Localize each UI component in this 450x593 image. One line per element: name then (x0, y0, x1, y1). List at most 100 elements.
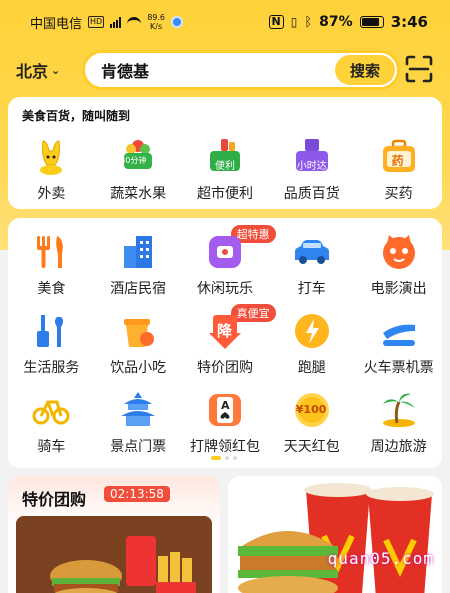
burger-drinks-image (228, 476, 442, 593)
palm-island-icon (379, 390, 419, 430)
card-icon-text: A (220, 399, 230, 412)
service-label: 周边旅游 (370, 439, 427, 455)
quick-item-label: 超市便利 (196, 186, 253, 202)
page-indicator (211, 456, 237, 460)
service-label: 休闲玩乐 (196, 281, 253, 297)
taxi-car-icon (292, 232, 332, 272)
page-dot-active (211, 456, 221, 460)
quick-item-vegetables[interactable]: 30分钟 蔬菜水果 (95, 137, 182, 203)
discount-icon-text: 降 (216, 322, 232, 340)
services-grid-card: 美食 酒店民宿 超特惠 休闲玩乐 打车 电影演出 生活服务 饮品小吃 真便宜 降… (8, 218, 442, 468)
quick-item-waimai[interactable]: 外卖 (8, 137, 95, 203)
hd-badge: HD (88, 16, 105, 28)
service-label: 天天红包 (283, 439, 340, 455)
net-speed: 89.6 K/s (147, 13, 166, 31)
food-utensils-icon (31, 232, 71, 272)
service-label: 打牌领红包 (189, 439, 260, 455)
service-bike[interactable]: 骑车 (8, 390, 95, 456)
chevron-down-icon: ⌄ (51, 63, 61, 77)
vibrate-icon: ▯ (290, 15, 298, 29)
bluetooth-icon: ᛒ (304, 14, 313, 30)
life-service-tools-icon (31, 311, 71, 351)
service-label: 美食 (37, 281, 66, 297)
service-label: 饮品小吃 (110, 360, 167, 376)
service-errand[interactable]: 跑腿 (268, 311, 355, 377)
wifi-icon (127, 17, 142, 27)
hotel-building-icon (118, 232, 158, 272)
battery-icon (359, 16, 384, 28)
quick-services-slogan: 美食百货，随叫随到 (22, 109, 131, 123)
service-label: 跑腿 (297, 360, 326, 376)
service-cards[interactable]: A 打牌领红包 (182, 390, 269, 456)
services-row: 生活服务 饮品小吃 真便宜 降 特价团购 跑腿 火车票机票 (8, 304, 442, 377)
service-label: 景点门票 (110, 439, 167, 455)
quick-services-card: 美食百货，随叫随到 外卖 30分钟 蔬菜水果 便利 超市便利 小时达 品质百货 … (8, 97, 442, 209)
quick-item-label: 买药 (384, 186, 413, 202)
quick-item-medicine[interactable]: 药 买药 (355, 137, 442, 203)
service-movie[interactable]: 电影演出 (355, 232, 442, 298)
quick-item-label: 品质百货 (283, 186, 340, 202)
service-taxi[interactable]: 打车 (268, 232, 355, 298)
quick-item-supermarket[interactable]: 便利 超市便利 (182, 137, 269, 203)
leisure-fun-icon (205, 232, 245, 272)
quality-goods-icon: 小时达 (292, 137, 332, 177)
page-dot (233, 456, 237, 460)
playing-card-icon: A (205, 390, 245, 430)
search-input[interactable]: 肯德基 搜索 (82, 50, 400, 90)
burger-combo-image (16, 516, 212, 593)
train-plane-icon (379, 311, 419, 351)
nfc-icon: N (268, 15, 284, 29)
drink-snack-icon (118, 311, 158, 351)
service-tickets[interactable]: 景点门票 (95, 390, 182, 456)
supermarket-badge: 便利 (214, 161, 235, 172)
quick-item-label: 蔬菜水果 (110, 186, 167, 202)
service-travel[interactable]: 周边旅游 (355, 390, 442, 456)
scan-icon[interactable] (404, 54, 434, 84)
vegetable-badge: 30分钟 (120, 156, 147, 165)
clock: 3:46 (390, 13, 428, 31)
city-name: 北京 (16, 62, 49, 81)
page-dot (225, 456, 229, 460)
medicine-badge: 药 (391, 154, 404, 168)
service-leisure[interactable]: 超特惠 休闲玩乐 (182, 225, 276, 298)
search-row: 北京 ⌄ 肯德基 搜索 (0, 48, 450, 92)
service-discount[interactable]: 真便宜 降 特价团购 (182, 304, 276, 377)
coin-redpacket-icon: ¥100 (292, 390, 332, 430)
service-hotel[interactable]: 酒店民宿 (95, 232, 182, 298)
service-redpacket[interactable]: ¥100 天天红包 (268, 390, 355, 456)
supermarket-basket-icon: 便利 (205, 137, 245, 177)
quality-goods-badge: 小时达 (296, 161, 327, 172)
redpacket-icon-text: ¥100 (295, 403, 327, 416)
vegetable-basket-icon: 30分钟 (118, 137, 158, 177)
waimai-mascot-icon (31, 137, 71, 177)
services-row: 骑车 景点门票 A 打牌领红包 ¥100 天天红包 周边旅游 (8, 390, 442, 456)
service-label: 火车票机票 (363, 360, 434, 376)
burger-ad-banner[interactable] (228, 476, 442, 593)
service-label: 骑车 (37, 439, 66, 455)
quick-item-label: 外卖 (37, 186, 66, 202)
quick-item-quality-goods[interactable]: 小时达 品质百货 (268, 137, 355, 203)
promo-countdown: 02:13:58 (104, 486, 170, 502)
city-selector[interactable]: 北京 ⌄ (16, 58, 72, 82)
medicine-box-icon: 药 (379, 137, 419, 177)
service-label: 生活服务 (23, 360, 80, 376)
service-label: 打车 (297, 281, 326, 297)
discount-group-promo[interactable]: 特价团购 02:13:58 (8, 476, 220, 593)
search-button[interactable]: 搜索 (335, 55, 395, 85)
carrier-name: 中国电信 (30, 16, 83, 32)
services-row: 美食 酒店民宿 超特惠 休闲玩乐 打车 电影演出 (8, 225, 442, 298)
errand-runner-icon (292, 311, 332, 351)
service-train[interactable]: 火车票机票 (355, 311, 442, 377)
service-food[interactable]: 美食 (8, 232, 95, 298)
service-label: 电影演出 (370, 281, 427, 297)
status-bar: 中国电信 HD 89.6 K/s N ▯ ᛒ 87% 3:46 (0, 0, 450, 44)
signal-icon (110, 16, 122, 28)
movie-cat-icon (379, 232, 419, 272)
bicycle-icon (31, 390, 71, 430)
service-label: 酒店民宿 (110, 281, 167, 297)
discount-group-icon: 降 (205, 311, 245, 351)
watermark-text: quan05.com (327, 549, 434, 568)
service-drinks[interactable]: 饮品小吃 (95, 311, 182, 377)
temple-ticket-icon (118, 390, 158, 430)
service-life[interactable]: 生活服务 (8, 311, 95, 377)
